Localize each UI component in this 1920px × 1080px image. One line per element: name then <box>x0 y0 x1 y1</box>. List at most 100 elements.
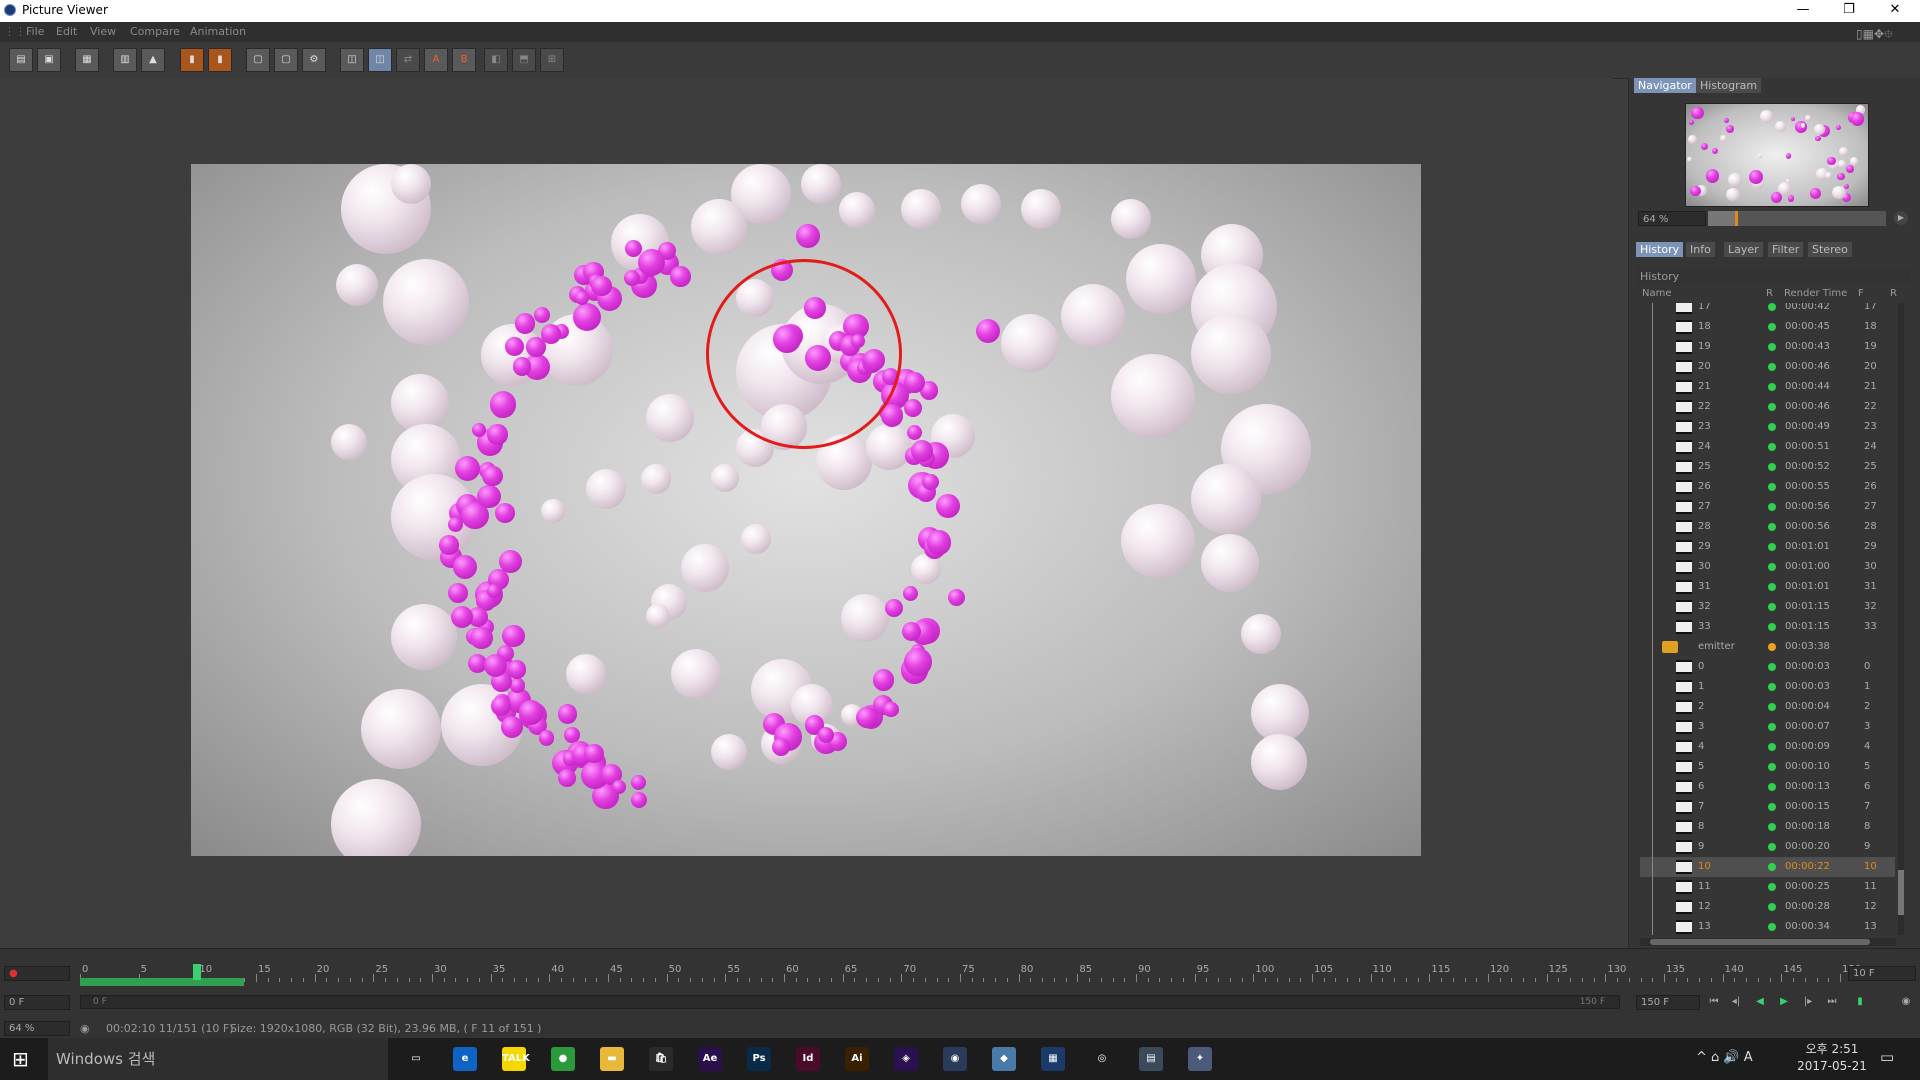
notepad-icon[interactable]: ◆ <box>992 1047 1016 1071</box>
status-play-icon[interactable]: ◉ <box>80 1022 90 1035</box>
tab-stereo[interactable]: Stereo <box>1808 242 1852 257</box>
set-a-icon[interactable]: A <box>424 48 448 72</box>
monitor-icon[interactable]: ▦ <box>1041 1047 1065 1071</box>
indesign-icon[interactable]: Id <box>796 1047 820 1071</box>
history-row[interactable]: 24 00:00:51 24 <box>1640 437 1895 457</box>
history-row[interactable]: 13 00:00:34 13 <box>1640 917 1895 935</box>
export-icon[interactable]: ▲ <box>141 48 165 72</box>
edge-icon[interactable]: e <box>453 1047 477 1071</box>
history-row[interactable]: 18 00:00:45 18 <box>1640 317 1895 337</box>
split-grid-icon[interactable]: ⊞ <box>540 48 564 72</box>
history-row[interactable]: 28 00:00:56 28 <box>1640 517 1895 537</box>
tab-filter[interactable]: Filter <box>1768 242 1804 257</box>
history-row[interactable]: 20 00:00:46 20 <box>1640 357 1895 377</box>
play-circle-icon[interactable]: ▶ <box>1894 211 1908 225</box>
navigator-thumbnail[interactable] <box>1685 103 1869 207</box>
menu-view[interactable]: View <box>90 25 116 38</box>
tab-history[interactable]: History <box>1636 242 1684 257</box>
open-icon[interactable]: ▤ <box>9 48 33 72</box>
history-row[interactable]: 10 00:00:22 10 <box>1640 857 1895 877</box>
history-row[interactable]: 26 00:00:55 26 <box>1640 477 1895 497</box>
restore-button[interactable]: ❐ <box>1826 0 1872 22</box>
options-circle-icon[interactable]: ◉ <box>1898 995 1914 1009</box>
system-tray-icons[interactable]: ^ ⌂ 🔊 A <box>1696 1050 1753 1065</box>
history-row[interactable]: 8 00:00:18 8 <box>1640 817 1895 837</box>
history-row[interactable]: 12 00:00:28 12 <box>1640 897 1895 917</box>
save-icon[interactable]: ▣ <box>37 48 61 72</box>
file-explorer-icon[interactable]: ▬ <box>600 1047 624 1071</box>
menu-animation[interactable]: Animation <box>190 25 246 38</box>
media-icon[interactable]: ◎ <box>1090 1047 1114 1071</box>
prev-key-icon[interactable]: ◂| <box>1728 995 1744 1009</box>
picture-viewer-icon[interactable]: ✦ <box>1188 1047 1212 1071</box>
history-row[interactable]: 2 00:00:04 2 <box>1640 697 1895 717</box>
tab-layer[interactable]: Layer <box>1724 242 1763 257</box>
menu-file[interactable]: File <box>26 25 44 38</box>
history-hscroll-thumb[interactable] <box>1650 939 1870 945</box>
history-row[interactable]: 29 00:01:01 29 <box>1640 537 1895 557</box>
photoshop-icon[interactable]: Ps <box>747 1047 771 1071</box>
history-row[interactable]: emitter 00:03:38 <box>1640 637 1895 657</box>
cinema4d-icon[interactable]: ◉ <box>943 1047 967 1071</box>
layer-alt-icon[interactable]: ▮ <box>208 48 232 72</box>
windows-start-icon[interactable]: ⊞ <box>12 1047 36 1071</box>
history-row[interactable]: 0 00:00:03 0 <box>1640 657 1895 677</box>
history-row[interactable]: 32 00:01:15 32 <box>1640 597 1895 617</box>
close-button[interactable]: ✕ <box>1872 0 1918 22</box>
col-name[interactable]: Name <box>1642 288 1672 299</box>
next-key-icon[interactable]: |▸ <box>1800 995 1816 1009</box>
history-row[interactable]: 23 00:00:49 23 <box>1640 417 1895 437</box>
current-frame-field[interactable]: 10 F <box>1848 966 1916 981</box>
col-f[interactable]: F <box>1858 288 1864 299</box>
history-row[interactable]: 3 00:00:07 3 <box>1640 717 1895 737</box>
col-r2[interactable]: R <box>1890 288 1897 299</box>
start-frame-field[interactable]: 0 F <box>4 995 70 1010</box>
history-row[interactable]: 7 00:00:15 7 <box>1640 797 1895 817</box>
goto-end-icon[interactable]: ⏭ <box>1824 995 1840 1009</box>
swap-icon[interactable]: ⇄ <box>396 48 420 72</box>
layer-icon[interactable]: ▮ <box>180 48 204 72</box>
loop-icon[interactable]: ▮ <box>1852 995 1868 1009</box>
task-view-icon[interactable]: ▭ <box>404 1047 428 1071</box>
illustrator-icon[interactable]: Ai <box>845 1047 869 1071</box>
history-scroll-thumb[interactable] <box>1898 870 1904 915</box>
render-icon[interactable]: ▦ <box>75 48 99 72</box>
split-v-icon[interactable]: ⬒ <box>512 48 536 72</box>
after-effects-icon[interactable]: Ae <box>698 1047 722 1071</box>
notifications-icon[interactable]: ▭ <box>1880 1048 1894 1066</box>
history-scrollbar[interactable] <box>1898 303 1904 935</box>
taskbar-clock[interactable]: 오후 2:51 2017-05-21 <box>1792 1041 1872 1077</box>
history-row[interactable]: 19 00:00:43 19 <box>1640 337 1895 357</box>
col-render-time[interactable]: Render Time <box>1784 288 1847 299</box>
frame-range-bar[interactable]: 0 F 150 F <box>80 995 1620 1009</box>
settings-icon[interactable]: ⚙ <box>302 48 326 72</box>
film-icon[interactable]: ▥ <box>113 48 137 72</box>
tab-histogram[interactable]: Histogram <box>1696 78 1762 93</box>
set-b-icon[interactable]: B <box>452 48 476 72</box>
timeline-ruler[interactable]: 0 5 10 15 20 25 30 35 40 45 50 55 60 65 70 75 80 85 90 95 10… <box>80 962 1861 988</box>
col-r[interactable]: R <box>1766 288 1773 299</box>
history-row[interactable]: 5 00:00:10 5 <box>1640 757 1895 777</box>
history-row[interactable]: 21 00:00:44 21 <box>1640 377 1895 397</box>
goto-start-icon[interactable]: ⏮ <box>1706 995 1722 1009</box>
split-h-icon[interactable]: ◧ <box>484 48 508 72</box>
history-row[interactable]: 25 00:00:52 25 <box>1640 457 1895 477</box>
compare-b-icon[interactable]: ◫ <box>368 48 392 72</box>
history-row[interactable]: 9 00:00:20 9 <box>1640 837 1895 857</box>
region-icon[interactable]: ▢ <box>246 48 270 72</box>
history-row[interactable]: 22 00:00:46 22 <box>1640 397 1895 417</box>
tab-info[interactable]: Info <box>1686 242 1715 257</box>
remote-icon[interactable]: ▤ <box>1139 1047 1163 1071</box>
status-zoom-field[interactable]: 64 % <box>4 1021 70 1036</box>
minimize-button[interactable]: — <box>1780 0 1826 22</box>
history-row[interactable]: 11 00:00:25 11 <box>1640 877 1895 897</box>
history-row[interactable]: 17 00:00:42 17 <box>1640 303 1895 317</box>
menu-compare[interactable]: Compare <box>130 25 180 38</box>
store-icon[interactable]: 🛍 <box>649 1047 673 1071</box>
taskbar-search[interactable]: Windows 검색 <box>48 1038 388 1080</box>
history-row[interactable]: 6 00:00:13 6 <box>1640 777 1895 797</box>
history-row[interactable]: 30 00:01:00 30 <box>1640 557 1895 577</box>
timeline-playhead[interactable] <box>193 964 202 980</box>
play-forward-icon[interactable]: ▶ <box>1776 995 1792 1009</box>
compare-a-icon[interactable]: ◫ <box>340 48 364 72</box>
